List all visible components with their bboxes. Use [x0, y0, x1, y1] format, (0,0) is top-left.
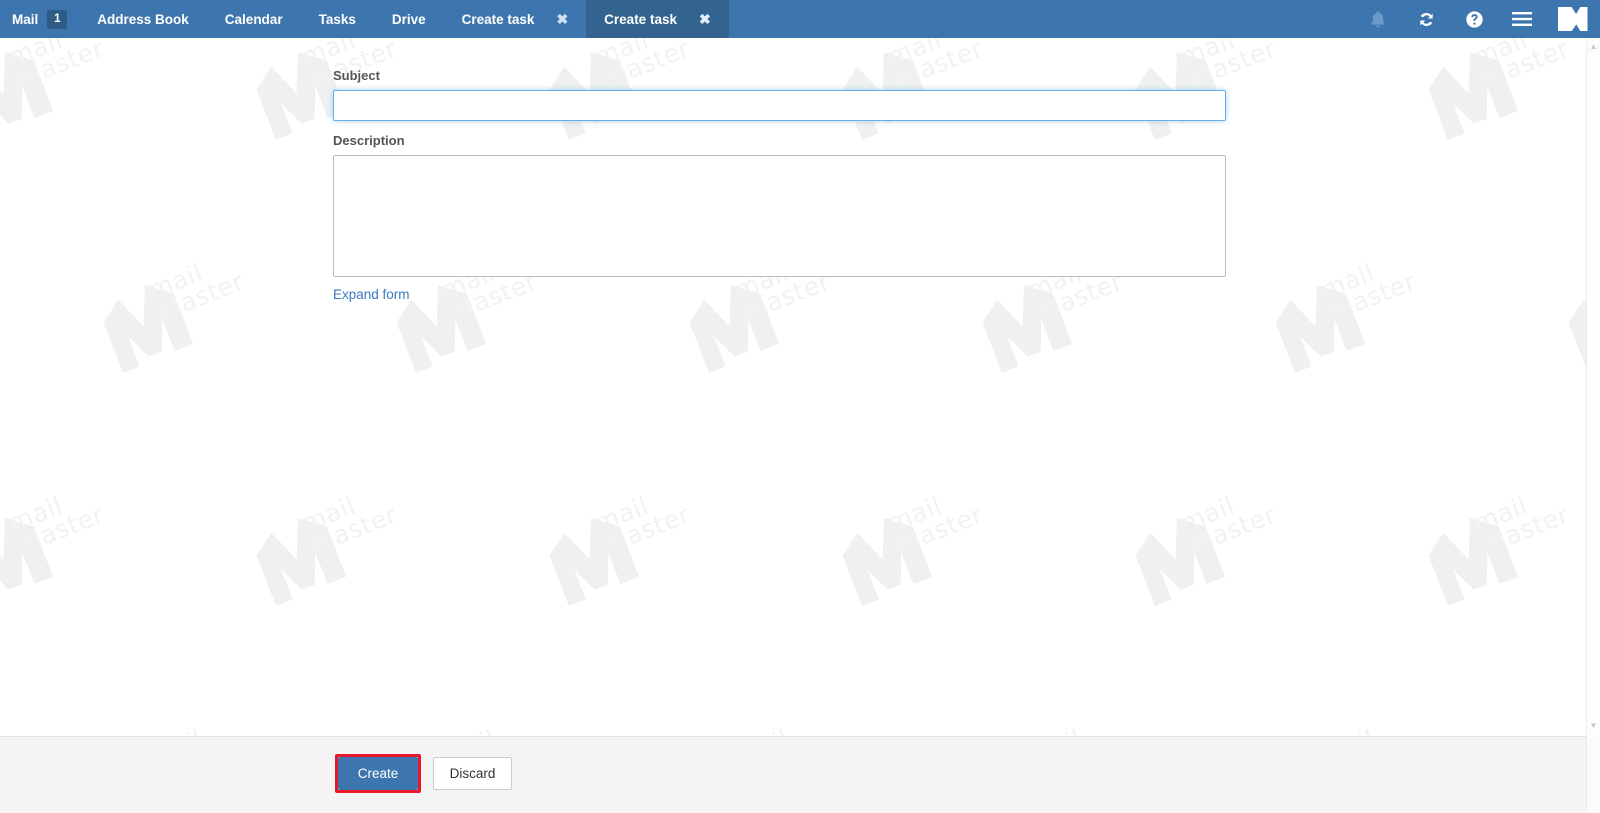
scrollbar-down-arrow-icon[interactable]: ▼ — [1587, 719, 1600, 733]
page-scrollbar[interactable]: ▲ ▼ — [1586, 38, 1600, 813]
nav-tab-drive[interactable]: Drive — [374, 0, 444, 38]
scrollbar-up-arrow-icon[interactable]: ▲ — [1587, 40, 1600, 54]
help-icon[interactable] — [1450, 0, 1498, 38]
nav-tab-address-book[interactable]: Address Book — [79, 0, 207, 38]
description-textarea[interactable] — [333, 155, 1226, 277]
subject-label: Subject — [333, 68, 380, 83]
description-label: Description — [333, 133, 405, 148]
mail-unread-badge: 1 — [47, 9, 68, 29]
create-button[interactable]: Create — [338, 757, 418, 790]
nav-tab-create-task-1[interactable]: Create task ✖ — [444, 0, 587, 38]
nav-tab-label: Address Book — [97, 11, 189, 27]
close-icon[interactable]: ✖ — [699, 12, 711, 26]
create-task-form: Subject Description Expand form — [333, 68, 1226, 304]
notifications-bell-icon[interactable] — [1354, 0, 1402, 38]
refresh-sync-icon[interactable] — [1402, 0, 1450, 38]
hamburger-menu-icon[interactable] — [1498, 0, 1546, 38]
close-icon[interactable]: ✖ — [556, 12, 568, 26]
top-navigation-bar: Mail 1 Address Book Calendar Tasks Drive… — [0, 0, 1600, 38]
nav-tab-label: Create task — [604, 11, 677, 27]
expand-form-link[interactable]: Expand form — [333, 287, 410, 302]
discard-button[interactable]: Discard — [433, 757, 512, 790]
field-spacer — [333, 121, 1226, 133]
nav-tab-calendar[interactable]: Calendar — [207, 0, 301, 38]
subject-input[interactable] — [333, 90, 1226, 121]
footer-button-group: Create Discard — [335, 754, 512, 793]
nav-tab-label: Calendar — [224, 11, 283, 27]
nav-tab-label: Mail — [12, 11, 39, 27]
scrollbar-track[interactable] — [1587, 54, 1600, 734]
nav-tab-mail[interactable]: Mail 1 — [0, 0, 79, 38]
nav-tab-create-task-2[interactable]: Create task ✖ — [586, 0, 729, 38]
nav-tab-list: Mail 1 Address Book Calendar Tasks Drive… — [0, 0, 729, 38]
nav-tab-tasks[interactable]: Tasks — [301, 0, 374, 38]
form-action-footer: Create Discard — [0, 736, 1586, 813]
mailmaster-logo-icon[interactable] — [1546, 0, 1600, 38]
nav-tab-label: Drive — [391, 11, 426, 27]
nav-action-icons — [1354, 0, 1600, 38]
main-content-area: Subject Description Expand form — [0, 38, 1586, 735]
nav-tab-label: Create task — [461, 11, 535, 27]
nav-tab-label: Tasks — [318, 11, 356, 27]
create-button-highlight: Create — [335, 754, 421, 793]
